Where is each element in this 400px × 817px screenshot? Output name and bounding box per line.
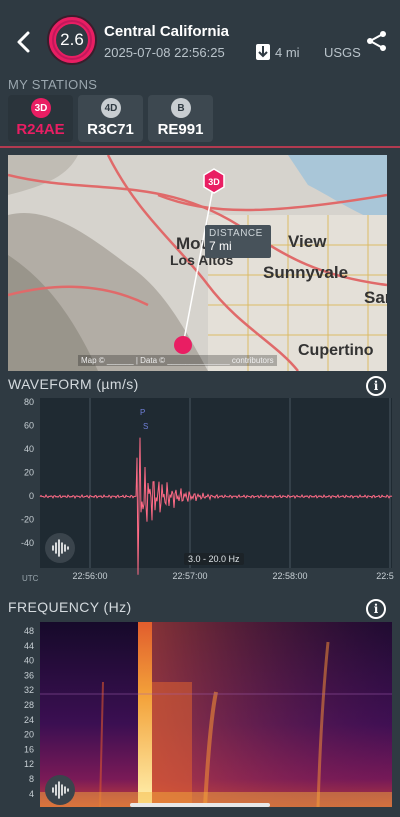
waveform-y-tick: 40	[24, 444, 34, 454]
waveform-audio-button[interactable]	[45, 533, 75, 563]
epicenter-marker[interactable]	[174, 336, 192, 354]
station-code: R24AE	[16, 121, 65, 138]
filter-band-label: 3.0 - 20.0 Hz	[184, 553, 244, 565]
waveform-x-tick: 22:57:00	[172, 571, 207, 581]
header-bar: 2.6 Central California 2025-07-08 22:56:…	[0, 0, 400, 74]
station-type-badge: B	[171, 98, 191, 118]
frequency-y-tick: 40	[24, 656, 34, 666]
frequency-y-tick: 16	[24, 744, 34, 754]
distance-callout: DISTANCE 7 mi	[205, 225, 271, 258]
station-tab-r3c71[interactable]: 4D R3C71	[78, 95, 143, 142]
distance-value: 7 mi	[209, 239, 232, 253]
waveform-x-tick: 22:56:00	[72, 571, 107, 581]
waveform-y-tick: 80	[24, 398, 34, 407]
map-place-label: Cupertino	[298, 342, 374, 359]
s-wave-label: S	[143, 422, 148, 431]
download-arrow-icon	[256, 44, 270, 60]
frequency-y-tick: 44	[24, 641, 34, 651]
waveform-info-icon[interactable]: i	[366, 376, 386, 396]
magnitude-badge: 2.6	[49, 17, 95, 63]
map-place-label: San	[364, 288, 387, 307]
waveform-y-tick: -20	[21, 515, 34, 525]
waveform-icon	[52, 781, 69, 799]
frequency-y-tick: 48	[24, 626, 34, 636]
map-tiles: Mou View Los Altos Sunnyvale San Cuperti…	[8, 155, 387, 371]
event-region: Central California	[104, 23, 230, 40]
p-wave-label: P	[140, 408, 145, 417]
waveform-y-tick: 60	[24, 421, 34, 431]
station-marker-label: 3D	[208, 177, 220, 187]
waveform-y-tick: -40	[21, 538, 34, 548]
frequency-title: FREQUENCY (Hz)	[8, 599, 132, 615]
event-datetime: 2025-07-08 22:56:25	[104, 45, 225, 60]
station-tab-r24ae[interactable]: 3D R24AE	[8, 95, 73, 142]
event-map[interactable]: Mou View Los Altos Sunnyvale San Cuperti…	[8, 155, 387, 371]
timezone-label: UTC	[22, 574, 39, 583]
waveform-y-tick: 0	[29, 491, 34, 501]
stations-label: MY STATIONS	[8, 77, 98, 92]
home-indicator[interactable]	[130, 803, 270, 807]
frequency-y-tick: 32	[24, 685, 34, 695]
station-type-badge: 4D	[101, 98, 121, 118]
frequency-y-tick: 20	[24, 730, 34, 740]
waveform-icon	[52, 539, 69, 557]
station-code: RE991	[157, 121, 204, 138]
frequency-y-tick: 28	[24, 700, 34, 710]
station-code: R3C71	[87, 121, 134, 138]
frequency-y-tick: 36	[24, 670, 34, 680]
map-attribution[interactable]: Map © ______ | Data © ______________ con…	[78, 355, 277, 366]
waveform-title: WAVEFORM (µm/s)	[8, 376, 139, 392]
back-chevron-icon[interactable]	[12, 28, 36, 56]
stations-divider	[0, 146, 400, 148]
waveform-x-tick: 22:5	[376, 571, 394, 581]
waveform-x-tick: 22:58:00	[272, 571, 307, 581]
share-icon[interactable]	[366, 30, 388, 52]
frequency-y-tick: 24	[24, 715, 34, 725]
spectrogram-audio-button[interactable]	[45, 775, 75, 805]
waveform-y-tick: 20	[24, 468, 34, 478]
frequency-y-tick: 4	[29, 789, 34, 799]
event-source: USGS	[324, 45, 361, 60]
event-distance: 4 mi	[275, 45, 300, 60]
frequency-y-tick: 12	[24, 759, 34, 769]
station-type-badge: 3D	[31, 98, 51, 118]
map-place-label: View	[288, 232, 327, 251]
station-tab-re991[interactable]: B RE991	[148, 95, 213, 142]
distance-label: DISTANCE	[209, 228, 263, 239]
frequency-info-icon[interactable]: i	[366, 599, 386, 619]
magnitude-value: 2.6	[60, 30, 84, 49]
frequency-y-tick: 8	[29, 774, 34, 784]
map-place-label: Sunnyvale	[263, 263, 348, 282]
